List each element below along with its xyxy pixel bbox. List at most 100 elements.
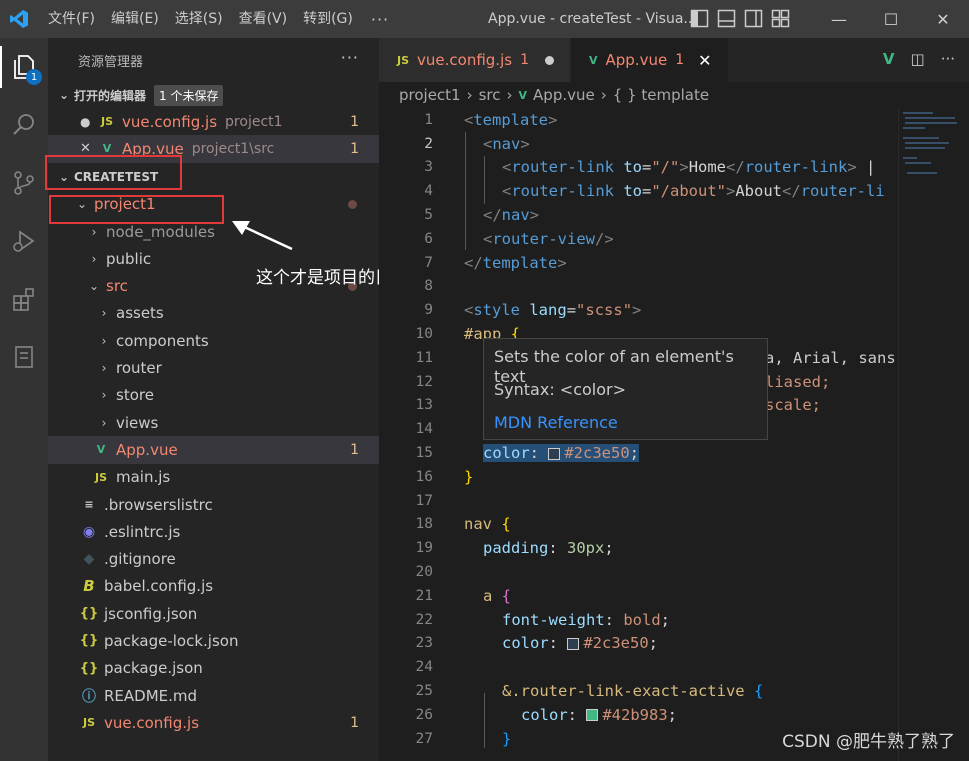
line-number: 27 — [415, 730, 433, 747]
menu-more-icon[interactable]: ··· — [361, 10, 399, 29]
line-number: 13 — [415, 397, 433, 414]
tree-file-jsconfig[interactable]: {} jsconfig.json — [48, 600, 379, 627]
explorer-title: 资源管理器 — [78, 54, 144, 70]
problem-count: 1 — [350, 714, 359, 731]
chevron-right-icon: › — [101, 361, 107, 376]
line-number: 19 — [415, 540, 433, 557]
tree-file-main-js[interactable]: JS main.js — [48, 464, 379, 491]
chevron-right-icon: › — [600, 86, 607, 104]
tab-app-vue[interactable]: V App.vue 1 ✕ — [570, 38, 729, 82]
open-editors-label: 打开的编辑器 — [74, 88, 147, 103]
line-number: 14 — [415, 421, 433, 438]
tab-vue-config[interactable]: JS vue.config.js 1 — [379, 38, 571, 82]
tree-file-gitignore[interactable]: ◆ .gitignore — [48, 545, 379, 572]
explorer-badge: 1 — [26, 69, 42, 85]
more-actions-icon[interactable]: ··· — [341, 48, 359, 67]
run-debug-icon — [13, 230, 35, 252]
annotation-box-project1 — [49, 195, 224, 224]
chevron-right-icon: › — [91, 251, 97, 266]
editor-tabs: JS vue.config.js 1 V App.vue 1 ✕ V ◫ ··· — [379, 38, 969, 82]
tree-label: store — [116, 386, 154, 405]
toggle-panel-icon[interactable] — [717, 9, 736, 28]
tree-file-babel-config[interactable]: B babel.config.js — [48, 573, 379, 600]
problem-count: 1 — [350, 441, 359, 458]
line-number: 20 — [415, 564, 433, 581]
color-swatch[interactable] — [586, 709, 599, 722]
menu-view[interactable]: 查看(V) — [231, 0, 296, 38]
code-line: 6 <router-view/> — [379, 227, 899, 251]
line-number: 24 — [415, 659, 433, 676]
breadcrumb-item[interactable]: { } template — [613, 86, 709, 104]
tab-label: App.vue — [605, 51, 668, 69]
json-file-icon: {} — [79, 633, 99, 649]
notebook-activity[interactable] — [0, 328, 48, 386]
search-activity[interactable] — [0, 96, 48, 154]
breadcrumb-item[interactable]: src — [479, 86, 501, 104]
problem-count: 1 — [350, 113, 359, 130]
tree-folder-router[interactable]: › router — [48, 354, 379, 381]
tree-file-vue-config[interactable]: JS vue.config.js 1 — [48, 709, 379, 736]
chevron-right-icon: › — [506, 86, 513, 104]
open-editors-section[interactable]: ⌄ 打开的编辑器 1 个未保存 — [48, 82, 379, 108]
maximize-button[interactable]: ☐ — [865, 0, 917, 38]
problem-count: 1 — [350, 140, 359, 157]
line-number: 23 — [415, 635, 433, 652]
open-editor-name: vue.config.js — [122, 112, 218, 131]
tree-file-browserslistrc[interactable]: ≡ .browserslistrc — [48, 491, 379, 518]
color-swatch[interactable] — [567, 637, 580, 650]
annotation-box-createtest — [45, 155, 182, 190]
tab-problem-count: 1 — [520, 52, 529, 68]
tree-folder-store[interactable]: › store — [48, 382, 379, 409]
tab-label: vue.config.js — [417, 51, 513, 69]
extensions-activity[interactable] — [0, 270, 48, 328]
vue-preview-icon[interactable]: V — [883, 50, 895, 68]
close-tab-icon[interactable]: ✕ — [698, 51, 711, 70]
source-control-activity[interactable] — [0, 154, 48, 212]
menu-edit[interactable]: 编辑(E) — [103, 0, 167, 38]
tree-folder-assets[interactable]: › assets — [48, 300, 379, 327]
code-line: 22 font-weight: bold; — [379, 608, 899, 632]
close-window-button[interactable]: ✕ — [917, 0, 969, 38]
toggle-secondary-sidebar-icon[interactable] — [744, 9, 763, 28]
run-debug-activity[interactable] — [0, 212, 48, 270]
customize-layout-icon[interactable] — [771, 9, 790, 28]
vscode-logo-icon — [0, 0, 38, 38]
breadcrumb-item[interactable]: App.vue — [533, 86, 595, 104]
unsaved-dot-icon[interactable] — [544, 55, 554, 65]
color-swatch[interactable] — [548, 447, 561, 460]
menu-go[interactable]: 转到(G) — [295, 0, 361, 38]
tree-file-readme[interactable]: ⓘ README.md — [48, 682, 379, 709]
code-line: 21 a { — [379, 584, 899, 608]
more-actions-icon[interactable]: ··· — [941, 50, 955, 68]
tab-problem-count: 1 — [675, 52, 685, 68]
mdn-reference-link[interactable]: MDN Reference — [494, 413, 757, 446]
line-number: 2 — [424, 135, 433, 152]
explorer-sidebar: 资源管理器 ··· ⌄ 打开的编辑器 1 个未保存 ● JS vue.confi… — [48, 38, 379, 761]
tree-file-package-json[interactable]: {} package.json — [48, 655, 379, 682]
tree-file-app-vue[interactable]: V App.vue 1 — [48, 436, 379, 464]
menu-selection[interactable]: 选择(S) — [167, 0, 231, 38]
unsaved-dot-icon[interactable]: ● — [80, 115, 96, 129]
tree-folder-components[interactable]: › components — [48, 327, 379, 354]
vue-file-icon: V — [588, 53, 598, 67]
explorer-activity[interactable]: 1 — [0, 38, 48, 96]
minimap[interactable] — [898, 108, 969, 761]
code-line: 1 <template> — [379, 108, 899, 132]
minimize-button[interactable]: — — [813, 0, 865, 38]
breadcrumb-item[interactable]: project1 — [399, 86, 461, 104]
tree-file-package-lock[interactable]: {} package-lock.json — [48, 627, 379, 654]
tree-label: App.vue — [116, 440, 178, 459]
breadcrumb: project1 › src › V App.vue › { } templat… — [379, 82, 969, 108]
json-file-icon: {} — [79, 660, 99, 676]
line-number: 12 — [415, 373, 433, 390]
open-editor-item[interactable]: ● JS vue.config.js project1 1 — [48, 108, 379, 135]
tree-folder-views[interactable]: › views — [48, 409, 379, 436]
tree-label: babel.config.js — [104, 577, 214, 596]
split-editor-icon[interactable]: ◫ — [911, 50, 925, 68]
code-line: 19 padding: 30px; — [379, 536, 899, 560]
line-number: 26 — [415, 706, 433, 723]
line-number: 6 — [424, 230, 433, 247]
menu-file[interactable]: 文件(F) — [40, 0, 103, 38]
toggle-sidebar-icon[interactable] — [690, 9, 709, 28]
tree-file-eslintrc[interactable]: ◉ .eslintrc.js — [48, 518, 379, 545]
